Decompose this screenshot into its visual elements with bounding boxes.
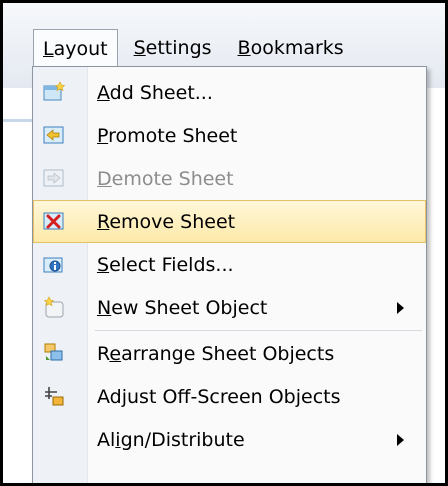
menu-settings-label: Settings <box>133 37 212 59</box>
submenu-arrow-icon <box>397 434 404 446</box>
demote-sheet-icon <box>43 167 65 189</box>
menu-bookmarks[interactable]: Bookmarks <box>228 29 354 67</box>
menu-item-demote-sheet[interactable]: Demote Sheet <box>33 157 426 200</box>
rearrange-objects-icon <box>43 342 65 364</box>
menu-item-label: Demote Sheet <box>97 167 234 190</box>
menu-item-remove-sheet[interactable]: Remove Sheet <box>33 200 426 243</box>
menu-item-label: Remove Sheet <box>97 210 236 233</box>
menu-item-label: Promote Sheet <box>97 124 238 147</box>
menu-item-add-sheet[interactable]: Add Sheet... <box>33 71 426 114</box>
menu-item-rearrange-sheet-objects[interactable]: Rearrange Sheet Objects <box>33 332 426 375</box>
menu-item-label: Add Sheet... <box>97 81 213 104</box>
select-fields-icon <box>43 253 65 275</box>
menu-item-adjust-offscreen-objects[interactable]: Adjust Off-Screen Objects <box>33 375 426 418</box>
menu-item-label: Align/Distribute <box>97 428 245 451</box>
layout-dropdown-menu: Add Sheet... Promote Sheet Demote Sheet … <box>32 66 427 483</box>
menu-item-label: Adjust Off-Screen Objects <box>97 385 341 408</box>
add-sheet-icon <box>43 81 66 103</box>
screenshot-frame: Layout Settings Bookmarks Add Sheet... P… <box>0 0 448 486</box>
new-sheet-object-icon <box>43 296 65 318</box>
menu-item-new-sheet-object[interactable]: New Sheet Object <box>33 286 426 329</box>
promote-sheet-icon <box>43 124 65 146</box>
menu-settings[interactable]: Settings <box>124 29 222 67</box>
menu-item-select-fields[interactable]: Select Fields... <box>33 243 426 286</box>
menu-item-align-distribute[interactable]: Align/Distribute <box>33 418 426 461</box>
menu-item-label: Select Fields... <box>97 253 234 276</box>
menu-layout-label: Layout <box>43 37 108 60</box>
menu-layout[interactable]: Layout <box>33 29 118 67</box>
menu-item-label: New Sheet Object <box>97 296 268 319</box>
submenu-arrow-icon <box>397 302 404 314</box>
adjust-offscreen-icon <box>43 385 65 407</box>
menu-item-promote-sheet[interactable]: Promote Sheet <box>33 114 426 157</box>
remove-sheet-icon <box>43 210 65 232</box>
menu-item-label: Rearrange Sheet Objects <box>97 342 335 365</box>
menu-bookmarks-label: Bookmarks <box>237 37 344 59</box>
